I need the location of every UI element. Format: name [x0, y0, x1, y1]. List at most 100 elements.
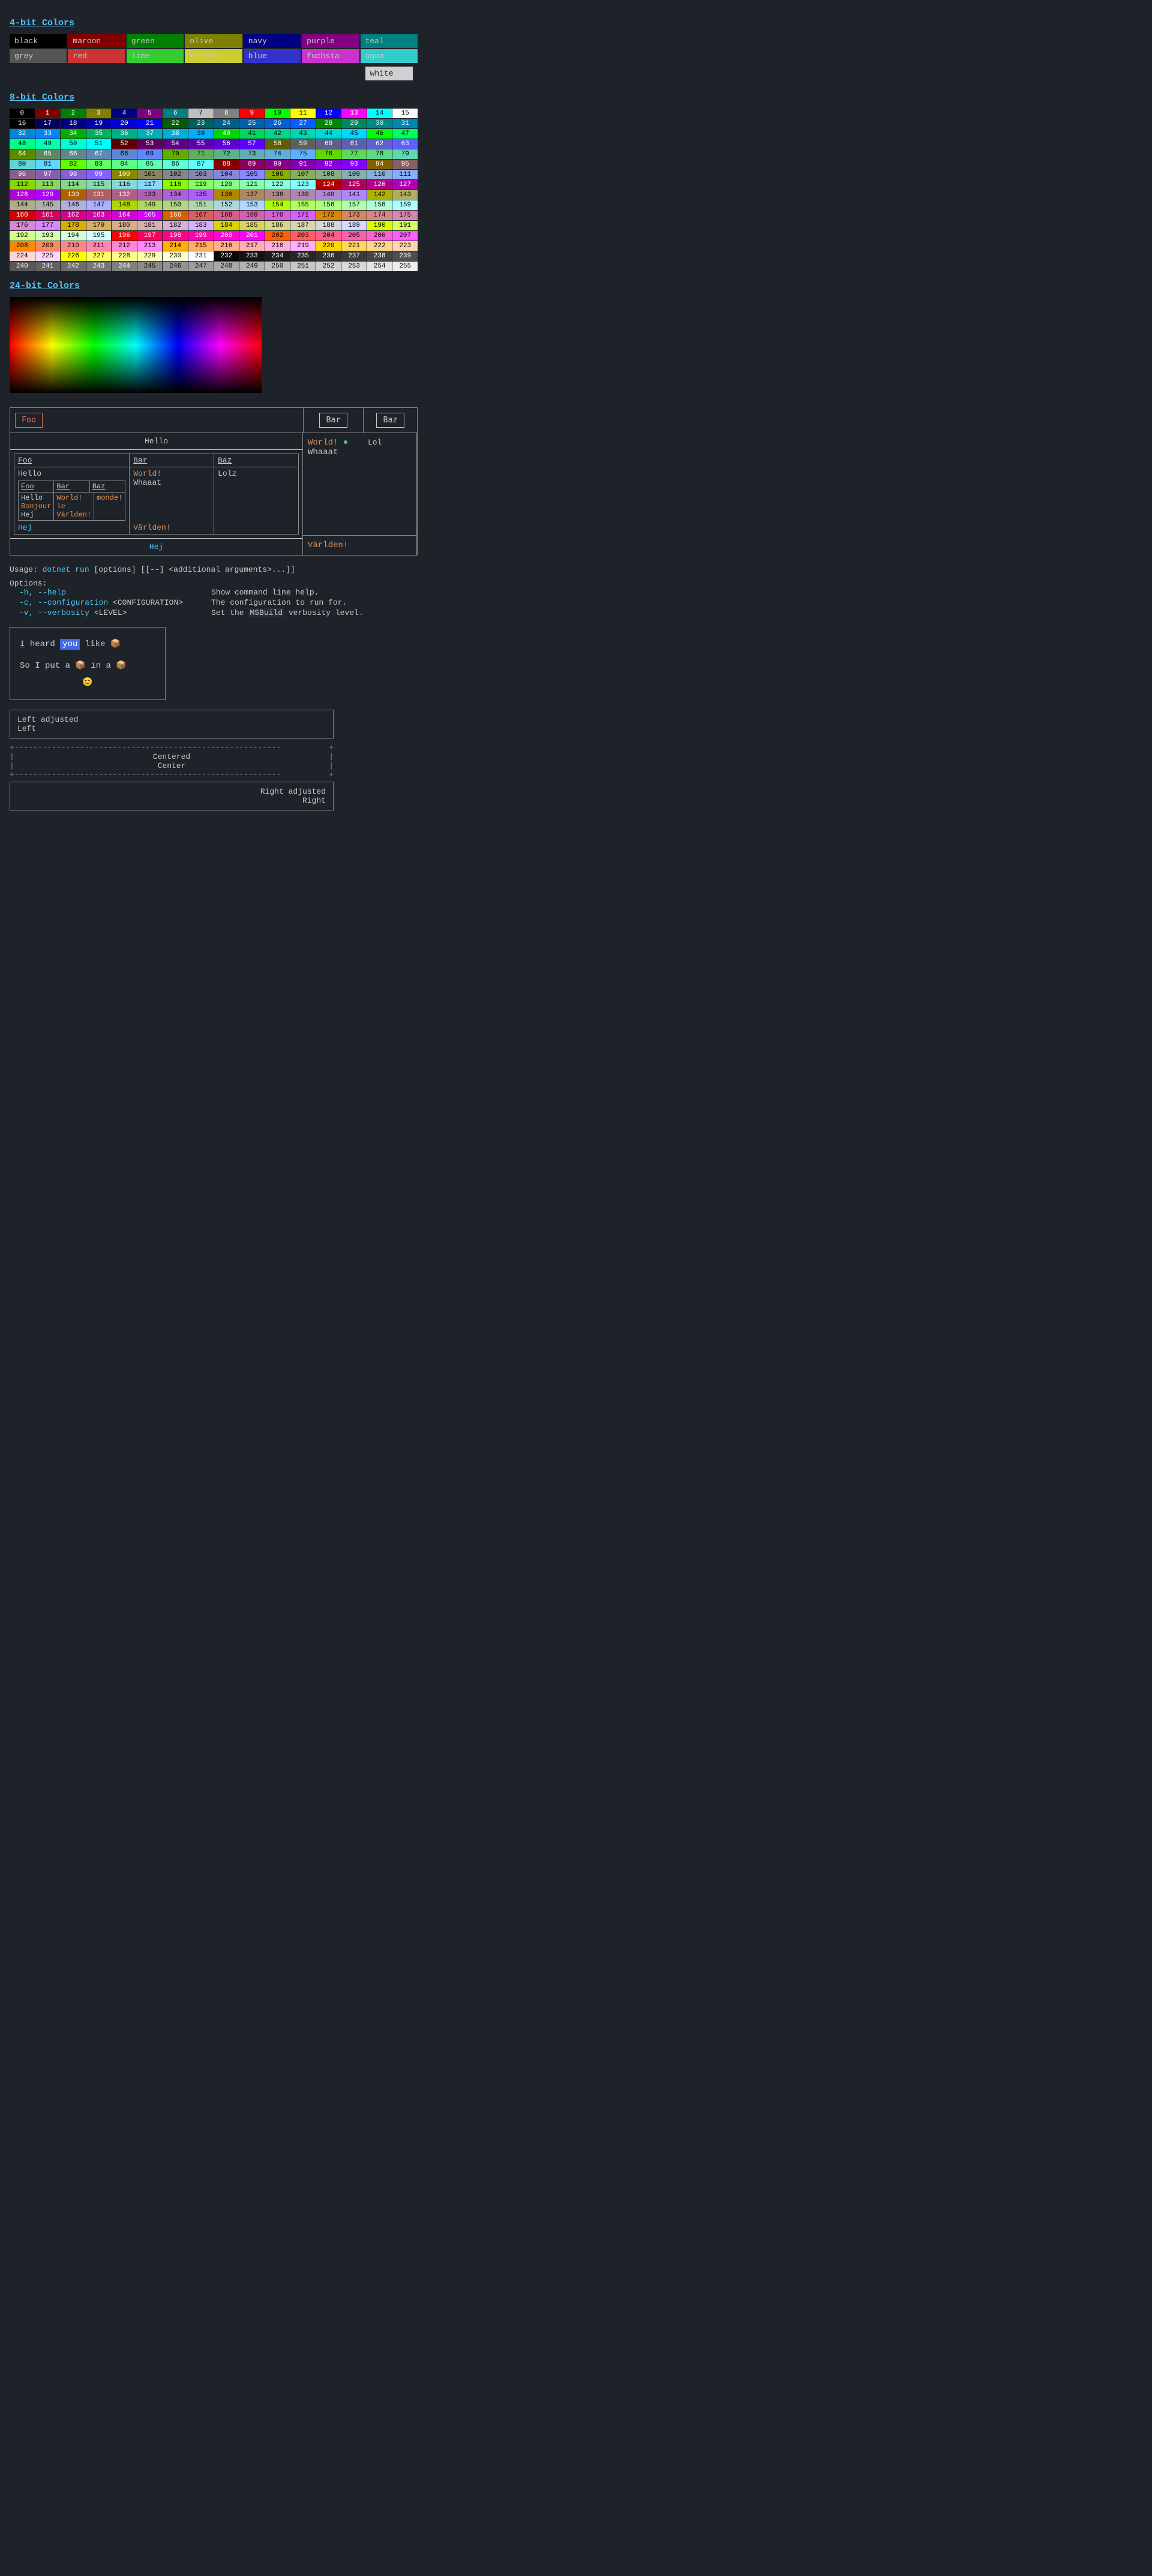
color-8bit-214: 214	[163, 241, 188, 251]
color-8bit-92: 92	[316, 160, 341, 169]
foo-button[interactable]: Foo	[15, 413, 43, 428]
bar-button[interactable]: Bar	[319, 413, 347, 428]
dashed-top: + --------------------------------------…	[10, 743, 334, 752]
color-8bit-201: 201	[239, 231, 265, 241]
color-8bit-181: 181	[137, 221, 163, 230]
color-8bit-131: 131	[86, 190, 112, 200]
color-8bit-150: 150	[163, 200, 188, 210]
nested-col-foo: Foo	[19, 481, 54, 492]
color-8bit-241: 241	[35, 262, 61, 271]
color-8bit-167: 167	[188, 211, 214, 220]
color-8bit-64: 64	[10, 149, 35, 159]
right-bottom-cell: Världen!	[303, 536, 417, 555]
table-top-bar: Foo Bar Baz	[10, 408, 417, 433]
color-8bit-139: 139	[290, 190, 316, 200]
color-8bit-244: 244	[112, 262, 137, 271]
color-8bit-130: 130	[61, 190, 86, 200]
center-content: | Centered |	[10, 752, 334, 761]
color-8bit-55: 55	[188, 139, 214, 149]
color-8bit-117: 117	[137, 180, 163, 190]
color-8bit-224: 224	[10, 251, 35, 261]
color-8bit-192: 192	[10, 231, 35, 241]
color-8bit-76: 76	[316, 149, 341, 159]
color-8bit-163: 163	[86, 211, 112, 220]
color-8bit-53: 53	[137, 139, 163, 149]
color-8bit-94: 94	[367, 160, 392, 169]
color-8bit-48: 48	[10, 139, 35, 149]
color-8bit-232: 232	[214, 251, 239, 261]
color-8bit-191: 191	[392, 221, 418, 230]
dotnet-keyword: dotnet	[43, 565, 71, 574]
color-8bit-8: 8	[214, 109, 239, 118]
opt-help-right: Show command line help.	[211, 588, 319, 597]
color-8bit-112: 112	[10, 180, 35, 190]
right-whaaat: Whaaat	[308, 448, 338, 457]
color-8bit-203: 203	[290, 231, 316, 241]
color-8bit-25: 25	[239, 119, 265, 128]
color-8bit-105: 105	[239, 170, 265, 179]
green-dot: ●	[343, 438, 348, 448]
color-8bit-242: 242	[61, 262, 86, 271]
nested-body-baz: monde!	[94, 493, 125, 520]
color-8bit-15: 15	[392, 109, 418, 118]
color-8bit-116: 116	[112, 180, 137, 190]
color-8bit-47: 47	[392, 129, 418, 139]
color-8bit-126: 126	[367, 180, 392, 190]
color-8bit-225: 225	[35, 251, 61, 261]
color-8bit-10: 10	[265, 109, 290, 118]
eight-bit-section: 8-bit Colors 012345678910111213141516171…	[10, 92, 422, 271]
color-8bit-59: 59	[290, 139, 316, 149]
twenty-four-bit-title: 24-bit Colors	[10, 281, 422, 291]
color-8bit-255: 255	[392, 262, 418, 271]
color-8bit-151: 151	[188, 200, 214, 210]
color-8bit-81: 81	[35, 160, 61, 169]
color-8bit-38: 38	[163, 129, 188, 139]
color-8bit-45: 45	[341, 129, 367, 139]
color-8bit-24: 24	[214, 119, 239, 128]
color-8bit-143: 143	[392, 190, 418, 200]
color-black: black	[10, 34, 67, 48]
color-8bit-132: 132	[112, 190, 137, 200]
color-8bit-141: 141	[341, 190, 367, 200]
color-8bit-87: 87	[188, 160, 214, 169]
hej-footer: Hej	[10, 538, 302, 555]
color-8bit-71: 71	[188, 149, 214, 159]
color-8bit-138: 138	[265, 190, 290, 200]
color-8bit-74: 74	[265, 149, 290, 159]
color-8bit-36: 36	[112, 129, 137, 139]
color-8bit-28: 28	[316, 119, 341, 128]
baz-button[interactable]: Baz	[376, 413, 404, 428]
four-bit-grid: black maroon green olive navy purple tea…	[10, 34, 418, 83]
color-8bit-240: 240	[10, 262, 35, 271]
color-8bit-133: 133	[137, 190, 163, 200]
color-8bit-109: 109	[341, 170, 367, 179]
color-8bit-35: 35	[86, 129, 112, 139]
color-8bit-223: 223	[392, 241, 418, 251]
color-8bit-166: 166	[163, 211, 188, 220]
color-8bit-202: 202	[265, 231, 290, 241]
color-8bit-194: 194	[61, 231, 86, 241]
color-8bit-128: 128	[10, 190, 35, 200]
color-8bit-21: 21	[137, 119, 163, 128]
opt-config-right: The configuration to run for.	[211, 598, 347, 607]
opt-help-left: -h, --help	[10, 588, 202, 597]
color-yellow: yellow	[185, 49, 242, 63]
table-right-panel: World! ● Whaaat Lol Världen!	[303, 433, 417, 555]
color-8bit-204: 204	[316, 231, 341, 241]
color-8bit-110: 110	[367, 170, 392, 179]
markup-line2: So I put a 📦 in a 📦	[20, 657, 155, 674]
color-8bit-147: 147	[86, 200, 112, 210]
opt-config-left: -c, --configuration <CONFIGURATION>	[10, 598, 202, 607]
four-bit-title: 4-bit Colors	[10, 18, 422, 28]
color-8bit-183: 183	[188, 221, 214, 230]
color-8bit-198: 198	[163, 231, 188, 241]
color-8bit-239: 239	[392, 251, 418, 261]
color-8bit-111: 111	[392, 170, 418, 179]
color-8bit-86: 86	[163, 160, 188, 169]
color-8bit-222: 222	[367, 241, 392, 251]
color-8bit-1: 1	[35, 109, 61, 118]
color-8bit-195: 195	[86, 231, 112, 241]
table-section: Foo Bar Baz Hello Foo Bar Baz	[10, 407, 418, 556]
option-config: -c, --configuration <CONFIGURATION> The …	[10, 598, 422, 607]
color-8bit-93: 93	[341, 160, 367, 169]
